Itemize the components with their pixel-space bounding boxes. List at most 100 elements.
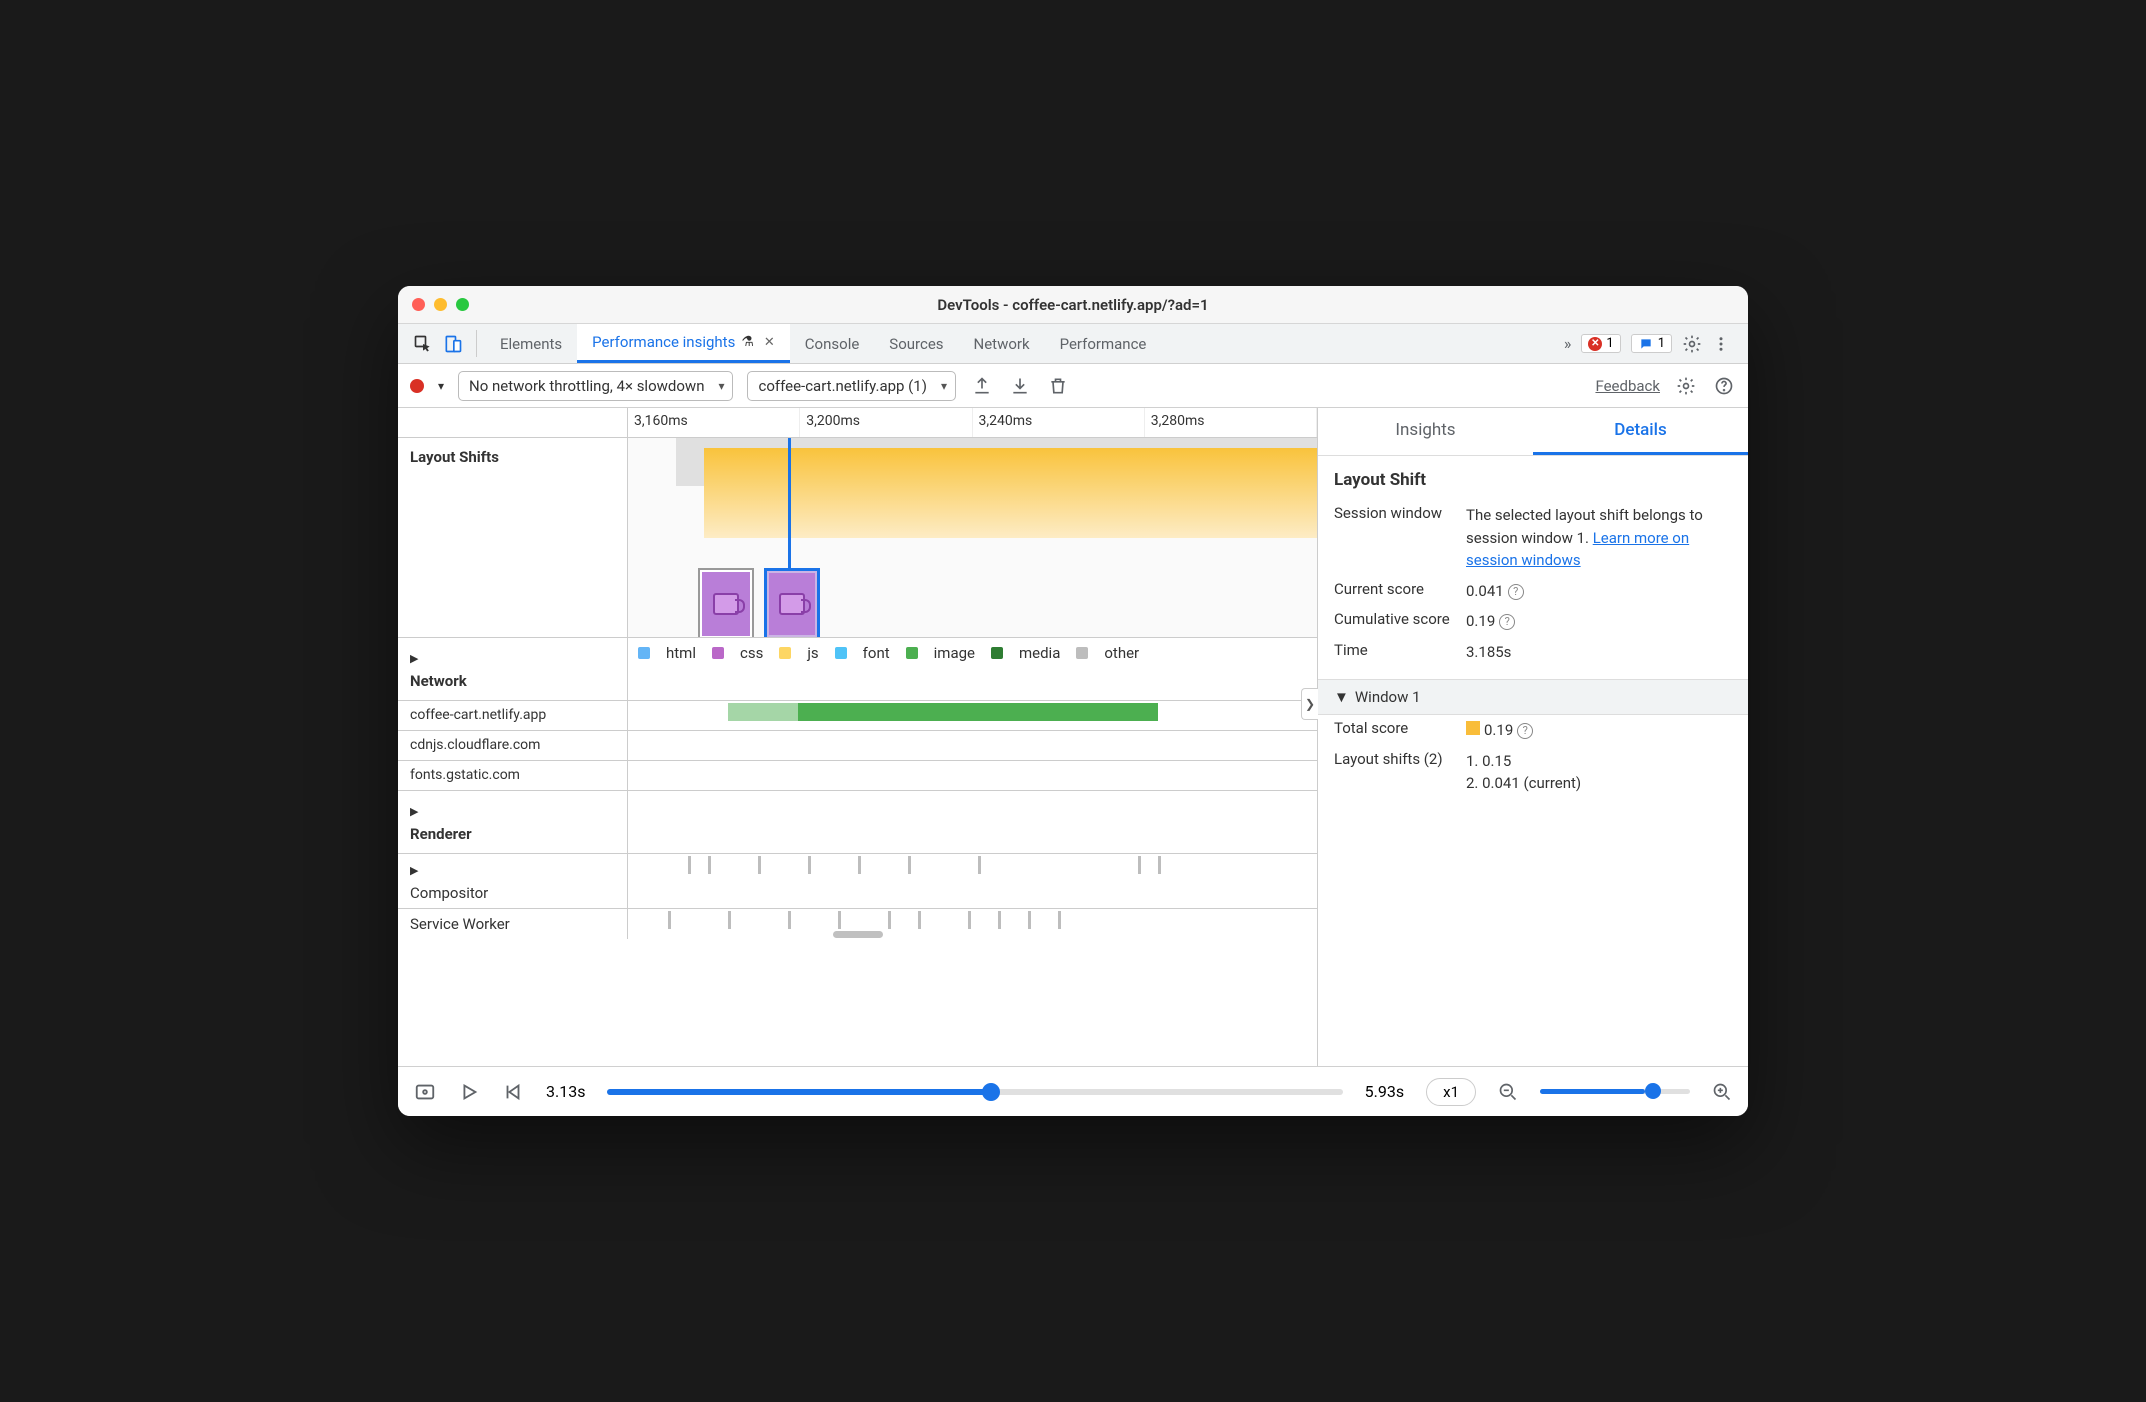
tab-insights[interactable]: Insights <box>1318 408 1533 455</box>
legend-swatch-html <box>638 647 650 659</box>
expand-toggle[interactable] <box>410 648 615 666</box>
legend-label: css <box>740 644 763 662</box>
request-bar-pending[interactable] <box>728 703 798 721</box>
close-tab-icon[interactable]: ✕ <box>764 335 775 350</box>
insights-toolbar: ▾ No network throttling, 4× slowdown cof… <box>398 364 1748 408</box>
select-value: No network throttling, 4× slowdown <box>469 377 704 395</box>
timeline-panel: 3,160ms 3,200ms 3,240ms 3,280ms Layout S… <box>398 408 1318 1066</box>
legend-label: other <box>1104 644 1139 662</box>
more-tabs-button[interactable]: » <box>1564 334 1572 353</box>
feedback-link[interactable]: Feedback <box>1595 377 1660 395</box>
errors-badge[interactable]: ✕1 <box>1581 334 1620 353</box>
help-icon[interactable] <box>1712 376 1736 396</box>
tab-performance-insights[interactable]: Performance insights ⚗ ✕ <box>577 324 790 363</box>
tab-sources[interactable]: Sources <box>874 324 958 363</box>
details-panel: ❯ Insights Details Layout Shift Session … <box>1318 408 1748 1066</box>
record-button[interactable] <box>410 379 424 393</box>
layout-shift-thumbnail[interactable] <box>698 568 754 637</box>
rewind-icon[interactable] <box>502 1081 524 1103</box>
zoom-in-icon[interactable] <box>1712 1082 1732 1102</box>
network-host-label: cdnjs.cloudflare.com <box>398 731 628 760</box>
legend-swatch-image <box>906 647 918 659</box>
throttling-select[interactable]: No network throttling, 4× slowdown <box>458 371 733 401</box>
section-label: Service Worker <box>410 915 615 933</box>
collapse-panel-button[interactable]: ❯ <box>1301 688 1318 720</box>
device-toolbar-icon[interactable] <box>438 324 468 363</box>
kv-value: 0.041? <box>1466 580 1732 603</box>
tab-label: Performance <box>1060 335 1147 353</box>
tab-details[interactable]: Details <box>1533 408 1748 455</box>
zoom-slider[interactable] <box>1540 1089 1690 1094</box>
score-swatch <box>1466 721 1480 735</box>
kv-key: Time <box>1334 641 1454 659</box>
legend-swatch-js <box>779 647 791 659</box>
screenshot-toggle-icon[interactable] <box>414 1081 436 1103</box>
ruler-tick: 3,280ms <box>1145 408 1317 437</box>
time-ruler: 3,160ms 3,200ms 3,240ms 3,280ms <box>398 408 1317 438</box>
legend-label: image <box>934 644 975 662</box>
more-options-icon[interactable] <box>1712 335 1730 353</box>
kv-value: 0.19? <box>1466 610 1732 633</box>
details-title: Layout Shift <box>1318 456 1748 500</box>
playback-speed-pill[interactable]: x1 <box>1426 1078 1476 1106</box>
layout-shift-thumbnail-selected[interactable] <box>764 568 820 637</box>
compositor-row[interactable]: Compositor <box>398 854 1317 909</box>
kv-key: Total score <box>1334 719 1454 737</box>
main-area: 3,160ms 3,200ms 3,240ms 3,280ms Layout S… <box>398 408 1748 1066</box>
time-range-slider[interactable] <box>607 1089 1342 1095</box>
tab-label: Network <box>974 335 1030 353</box>
kv-key: Cumulative score <box>1334 610 1454 628</box>
kv-key: Layout shifts (2) <box>1334 750 1454 768</box>
layout-shift-list-item[interactable]: 1. 0.15 <box>1466 750 1732 773</box>
legend-label: media <box>1019 644 1060 662</box>
request-bar-download[interactable] <box>798 703 1158 721</box>
range-end-label: 5.93s <box>1365 1082 1404 1101</box>
network-host-row[interactable]: fonts.gstatic.com <box>398 761 1317 791</box>
section-label: Network <box>410 672 615 690</box>
range-start-label: 3.13s <box>546 1082 585 1101</box>
expand-toggle[interactable] <box>410 860 615 878</box>
export-icon[interactable] <box>970 376 994 396</box>
select-value: coffee-cart.netlify.app (1) <box>758 377 926 395</box>
record-options-dropdown[interactable]: ▾ <box>438 379 444 393</box>
tab-performance[interactable]: Performance <box>1045 324 1162 363</box>
recording-select[interactable]: coffee-cart.netlify.app (1) <box>747 371 955 401</box>
zoom-out-icon[interactable] <box>1498 1082 1518 1102</box>
tab-network[interactable]: Network <box>959 324 1045 363</box>
expand-toggle[interactable] <box>410 801 615 819</box>
panel-tab-bar: Elements Performance insights ⚗ ✕ Consol… <box>398 324 1748 364</box>
tab-console[interactable]: Console <box>790 324 875 363</box>
service-worker-row[interactable]: Service Worker <box>398 909 1317 939</box>
help-icon[interactable]: ? <box>1517 723 1533 739</box>
ruler-tick: 3,200ms <box>800 408 972 437</box>
tab-label: Console <box>805 335 860 353</box>
layout-shift-list-item[interactable]: 2. 0.041 (current) <box>1466 772 1732 795</box>
tab-elements[interactable]: Elements <box>485 324 577 363</box>
network-host-row[interactable]: coffee-cart.netlify.app <box>398 701 1317 731</box>
window-subheader[interactable]: ▼Window 1 <box>1318 679 1748 715</box>
minimize-window-button[interactable] <box>434 298 447 311</box>
layout-shifts-section: Layout Shifts <box>398 438 1317 638</box>
network-host-label: coffee-cart.netlify.app <box>398 701 628 730</box>
maximize-window-button[interactable] <box>456 298 469 311</box>
legend-label: html <box>666 644 696 662</box>
traffic-lights <box>412 298 469 311</box>
window-titlebar: DevTools - coffee-cart.netlify.app/?ad=1 <box>398 286 1748 324</box>
devtools-window: DevTools - coffee-cart.netlify.app/?ad=1… <box>398 286 1748 1116</box>
help-icon[interactable]: ? <box>1508 584 1524 600</box>
legend-swatch-css <box>712 647 724 659</box>
delete-icon[interactable] <box>1046 376 1070 396</box>
timeline-footer: 3.13s 5.93s x1 <box>398 1066 1748 1116</box>
section-label: Compositor <box>410 884 615 902</box>
panel-settings-icon[interactable] <box>1674 376 1698 396</box>
help-icon[interactable]: ? <box>1499 614 1515 630</box>
play-icon[interactable] <box>458 1081 480 1103</box>
kv-value: 1. 0.15 2. 0.041 (current) <box>1466 750 1732 795</box>
import-icon[interactable] <box>1008 376 1032 396</box>
flask-icon: ⚗ <box>741 334 754 350</box>
issues-badge[interactable]: 1 <box>1631 334 1672 353</box>
network-host-row[interactable]: cdnjs.cloudflare.com <box>398 731 1317 761</box>
close-window-button[interactable] <box>412 298 425 311</box>
inspect-element-icon[interactable] <box>408 324 438 363</box>
settings-icon[interactable] <box>1682 334 1702 354</box>
